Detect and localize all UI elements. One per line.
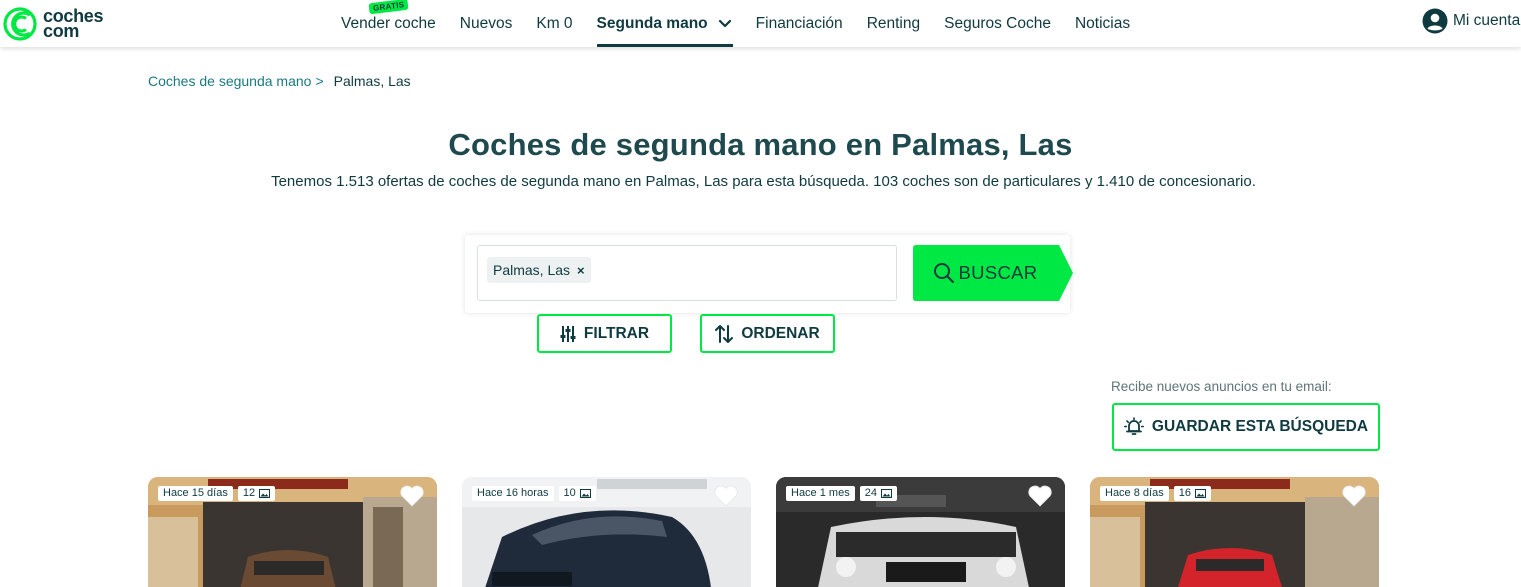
heart-icon[interactable] [713, 484, 739, 508]
search-button[interactable]: BUSCAR [913, 245, 1075, 301]
page-title: Coches de segunda mano en Palmas, Las [448, 127, 1073, 162]
photo-icon [579, 489, 591, 498]
nav-segunda-mano[interactable]: Segunda mano [596, 0, 733, 47]
breadcrumb-current: Palmas, Las [333, 73, 411, 89]
photo-count-tag: 10 [558, 486, 596, 501]
filter-sliders-icon [560, 325, 576, 343]
location-chip-label: Palmas, Las [493, 262, 571, 278]
user-account-icon [1422, 8, 1448, 34]
photo-count: 16 [1178, 487, 1191, 499]
chevron-down-icon [718, 19, 732, 29]
nav-nuevos[interactable]: Nuevos [460, 0, 513, 47]
listing-age-tag: Hace 1 mes [786, 486, 855, 501]
nav-seguros-coche[interactable]: Seguros Coche [944, 0, 1051, 47]
nav-label: Nuevos [459, 14, 513, 32]
photo-count-tag: 12 [237, 486, 276, 501]
nav-label: Renting [866, 14, 921, 32]
car-listing-card[interactable]: Hace 15 días 12 [148, 477, 437, 587]
nav-label: Vender coche [341, 14, 436, 32]
nav-financiacion[interactable]: Financiación [756, 0, 843, 47]
close-icon[interactable]: × [577, 263, 585, 278]
photo-count: 24 [864, 487, 877, 499]
photo-count-tag: 24 [859, 486, 897, 501]
nav-renting[interactable]: Renting [867, 0, 920, 47]
bell-icon [1123, 417, 1144, 437]
save-search-button[interactable]: GUARDAR ESTA BÚSQUEDA [1112, 403, 1380, 451]
search-input[interactable]: Palmas, Las × [477, 245, 897, 301]
nav-label: Segunda mano [596, 14, 708, 32]
coches-logo[interactable]: coches com [3, 6, 104, 42]
sort-arrows-icon [715, 324, 734, 344]
heart-icon[interactable] [1027, 484, 1053, 508]
photo-icon [880, 489, 892, 498]
account-menu[interactable]: Mi cuenta [1422, 8, 1520, 34]
breadcrumb-separator: > [315, 73, 324, 89]
photo-count: 10 [563, 487, 576, 499]
logo-text-line2: com [43, 21, 80, 41]
top-header: coches com Vender coche GRATIS Nuevos Km… [0, 0, 1521, 47]
car-listing-card[interactable]: Hace 16 horas 10 [462, 477, 751, 587]
nav-noticias[interactable]: Noticias [1075, 0, 1130, 47]
filter-button-label: FILTRAR [583, 324, 650, 342]
listing-age-tag: Hace 8 días [1100, 486, 1169, 501]
email-alert-note: Recibe nuevos anuncios en tu email: [1111, 379, 1332, 394]
breadcrumb-parent-link[interactable]: Coches de segunda mano [148, 73, 311, 89]
nav-label: Noticias [1074, 14, 1131, 32]
photo-count: 12 [242, 487, 256, 499]
results-summary: Tenemos 1.513 ofertas de coches de segun… [271, 173, 1256, 190]
car-listing-card[interactable]: Hace 1 mes 24 [776, 477, 1065, 587]
heart-icon[interactable] [1341, 484, 1367, 508]
nav-km0[interactable]: Km 0 [536, 0, 572, 47]
nav-label: Seguros Coche [944, 14, 1051, 32]
listing-age-tag: Hace 15 días [158, 486, 233, 501]
location-chip[interactable]: Palmas, Las × [487, 257, 591, 283]
breadcrumb: Coches de segunda mano > Palmas, Las [148, 73, 411, 89]
filter-button[interactable]: FILTRAR [537, 314, 672, 353]
photo-icon [259, 489, 271, 498]
nav-label: Financiación [755, 14, 843, 32]
search-icon [933, 262, 955, 284]
search-panel: Palmas, Las × BUSCAR [465, 235, 1085, 313]
order-button[interactable]: ORDENAR [700, 314, 835, 353]
order-button-label: ORDENAR [741, 324, 820, 342]
car-listing-card[interactable]: Hace 8 días 16 [1090, 477, 1379, 587]
gratis-badge: GRATIS [368, 0, 409, 15]
photo-count-tag: 16 [1173, 486, 1211, 501]
account-label: Mi cuenta [1453, 12, 1521, 29]
listing-age-tag: Hace 16 horas [472, 486, 554, 501]
nav-label: Km 0 [536, 14, 573, 32]
nav-vender-coche[interactable]: Vender coche GRATIS [341, 0, 436, 47]
search-button-label: BUSCAR [958, 262, 1038, 283]
heart-icon[interactable] [399, 484, 425, 508]
coches-logo-icon [3, 7, 37, 41]
save-search-label: GUARDAR ESTA BÚSQUEDA [1151, 418, 1369, 435]
photo-icon [1194, 489, 1206, 498]
main-nav: Vender coche GRATIS Nuevos Km 0 Segunda … [341, 0, 1154, 47]
